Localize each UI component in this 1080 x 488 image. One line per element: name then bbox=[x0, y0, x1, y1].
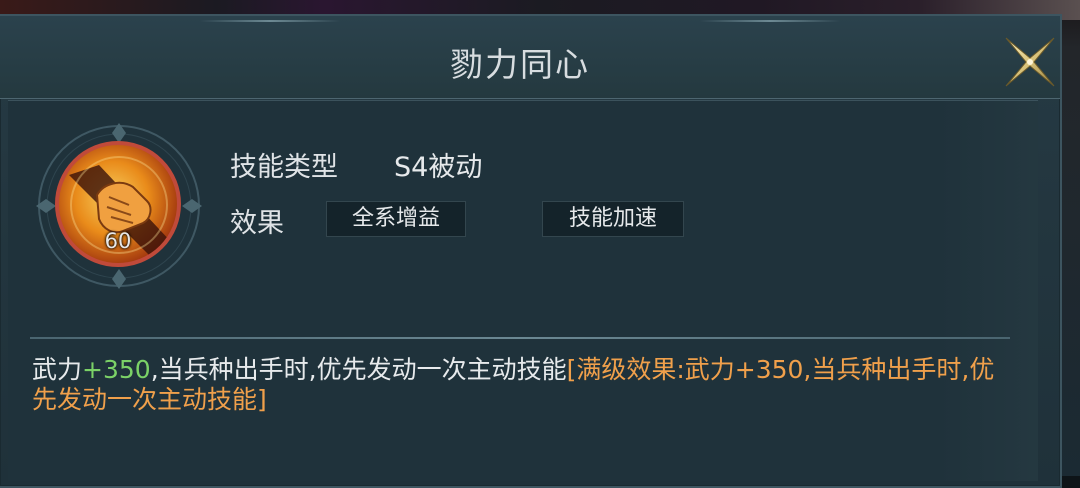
dialog-title-bar: 勠力同心 bbox=[0, 16, 1060, 99]
close-x-icon bbox=[1005, 37, 1055, 87]
skill-description: 武力+350,当兵种出手时,优先发动一次主动技能[满级效果:武力+350,当兵种… bbox=[32, 355, 1012, 415]
effect-label: 效果 bbox=[230, 208, 284, 239]
description-bonus-value: +350 bbox=[82, 355, 151, 384]
title-ornament-right bbox=[700, 20, 840, 22]
dialog-title: 勠力同心 bbox=[450, 45, 590, 84]
skill-type-label: 技能类型 bbox=[230, 152, 338, 183]
decorative-pattern bbox=[938, 101, 1038, 481]
skill-dialog: 勠力同心 60 技能类型 S4被动 效果 全系增益 技能加速 武力+350,当兵… bbox=[0, 14, 1062, 488]
close-button[interactable] bbox=[1000, 32, 1060, 92]
description-text: 武力 bbox=[32, 355, 83, 384]
skill-type-value: S4被动 bbox=[394, 152, 483, 183]
skill-content-area: 60 技能类型 S4被动 效果 全系增益 技能加速 武力+350,当兵种出手时,… bbox=[8, 100, 1038, 481]
skill-icon-button[interactable]: 60 bbox=[55, 141, 181, 267]
effect-tag-all-buff: 全系增益 bbox=[326, 201, 466, 237]
title-ornament-left bbox=[200, 20, 340, 22]
skill-level: 60 bbox=[104, 229, 132, 253]
section-divider bbox=[30, 337, 1010, 339]
description-text-cont: ,当兵种出手时,优先发动一次主动技能 bbox=[150, 355, 567, 384]
effect-tag-skill-speed: 技能加速 bbox=[542, 201, 684, 237]
